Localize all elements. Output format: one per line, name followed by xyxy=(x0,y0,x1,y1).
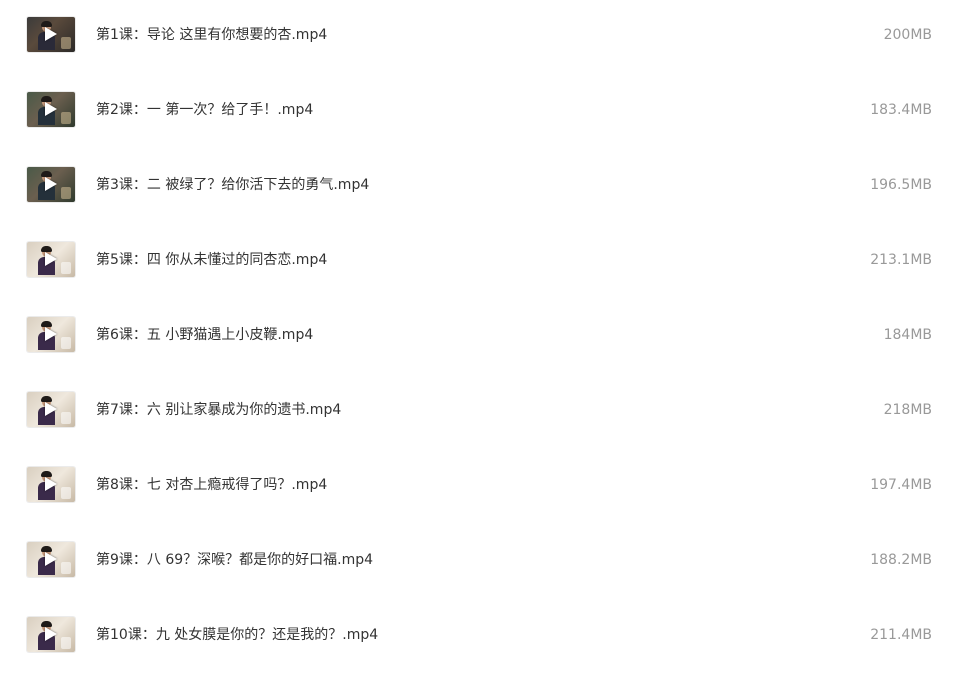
file-name[interactable]: 第6课：五 小野猫遇上小皮鞭.mp4 xyxy=(96,325,313,345)
play-icon xyxy=(45,402,57,416)
file-size: 184MB xyxy=(883,327,932,343)
file-name[interactable]: 第7课：六 别让家暴成为你的遗书.mp4 xyxy=(96,400,341,420)
file-size: 211.4MB xyxy=(870,627,932,643)
play-icon xyxy=(45,177,57,191)
video-thumbnail[interactable] xyxy=(27,167,75,202)
play-icon xyxy=(45,27,57,41)
file-row[interactable]: 第6课：五 小野猫遇上小皮鞭.mp4 184MB xyxy=(0,300,980,375)
file-name[interactable]: 第5课：四 你从未懂过的同杏恋.mp4 xyxy=(96,250,327,270)
thumbnail-prop xyxy=(61,262,71,274)
file-size: 218MB xyxy=(883,402,932,418)
play-icon xyxy=(45,552,57,566)
play-icon xyxy=(45,627,57,641)
play-icon xyxy=(45,477,57,491)
file-name[interactable]: 第10课：九 处女膜是你的？还是我的？.mp4 xyxy=(96,625,378,645)
file-row[interactable]: 第10课：九 处女膜是你的？还是我的？.mp4 211.4MB xyxy=(0,600,980,675)
thumbnail-prop xyxy=(61,337,71,349)
file-row[interactable]: 第5课：四 你从未懂过的同杏恋.mp4 213.1MB xyxy=(0,225,980,300)
file-size: 200MB xyxy=(883,27,932,43)
thumbnail-prop xyxy=(61,187,71,199)
thumbnail-prop xyxy=(61,487,71,499)
play-icon xyxy=(45,102,57,116)
video-thumbnail[interactable] xyxy=(27,17,75,52)
thumbnail-prop xyxy=(61,37,71,49)
video-thumbnail[interactable] xyxy=(27,542,75,577)
file-size: 188.2MB xyxy=(870,552,932,568)
file-name[interactable]: 第3课：二 被绿了？给你活下去的勇气.mp4 xyxy=(96,175,369,195)
video-file-list: 第1课：导论 这里有你想要的杏.mp4 200MB 第2课：一 第一次？给了手！… xyxy=(0,0,980,670)
play-icon xyxy=(45,327,57,341)
file-row[interactable]: 第3课：二 被绿了？给你活下去的勇气.mp4 196.5MB xyxy=(0,150,980,225)
file-name[interactable]: 第1课：导论 这里有你想要的杏.mp4 xyxy=(96,25,327,45)
video-thumbnail[interactable] xyxy=(27,317,75,352)
file-name[interactable]: 第8课：七 对杏上瘾戒得了吗？.mp4 xyxy=(96,475,327,495)
video-thumbnail[interactable] xyxy=(27,392,75,427)
thumbnail-prop xyxy=(61,112,71,124)
file-name[interactable]: 第9课：八 69？深喉？都是你的好口福.mp4 xyxy=(96,550,373,570)
file-size: 183.4MB xyxy=(870,102,932,118)
file-size: 213.1MB xyxy=(870,252,932,268)
video-thumbnail[interactable] xyxy=(27,92,75,127)
thumbnail-prop xyxy=(61,562,71,574)
file-size: 196.5MB xyxy=(870,177,932,193)
video-thumbnail[interactable] xyxy=(27,242,75,277)
thumbnail-prop xyxy=(61,412,71,424)
file-row[interactable]: 第9课：八 69？深喉？都是你的好口福.mp4 188.2MB xyxy=(0,525,980,600)
file-row[interactable]: 第8课：七 对杏上瘾戒得了吗？.mp4 197.4MB xyxy=(0,450,980,525)
file-row[interactable]: 第7课：六 别让家暴成为你的遗书.mp4 218MB xyxy=(0,375,980,450)
file-name[interactable]: 第2课：一 第一次？给了手！.mp4 xyxy=(96,100,313,120)
play-icon xyxy=(45,252,57,266)
file-size: 197.4MB xyxy=(870,477,932,493)
thumbnail-prop xyxy=(61,637,71,649)
file-row[interactable]: 第1课：导论 这里有你想要的杏.mp4 200MB xyxy=(0,0,980,75)
video-thumbnail[interactable] xyxy=(27,467,75,502)
file-row[interactable]: 第2课：一 第一次？给了手！.mp4 183.4MB xyxy=(0,75,980,150)
video-thumbnail[interactable] xyxy=(27,617,75,652)
